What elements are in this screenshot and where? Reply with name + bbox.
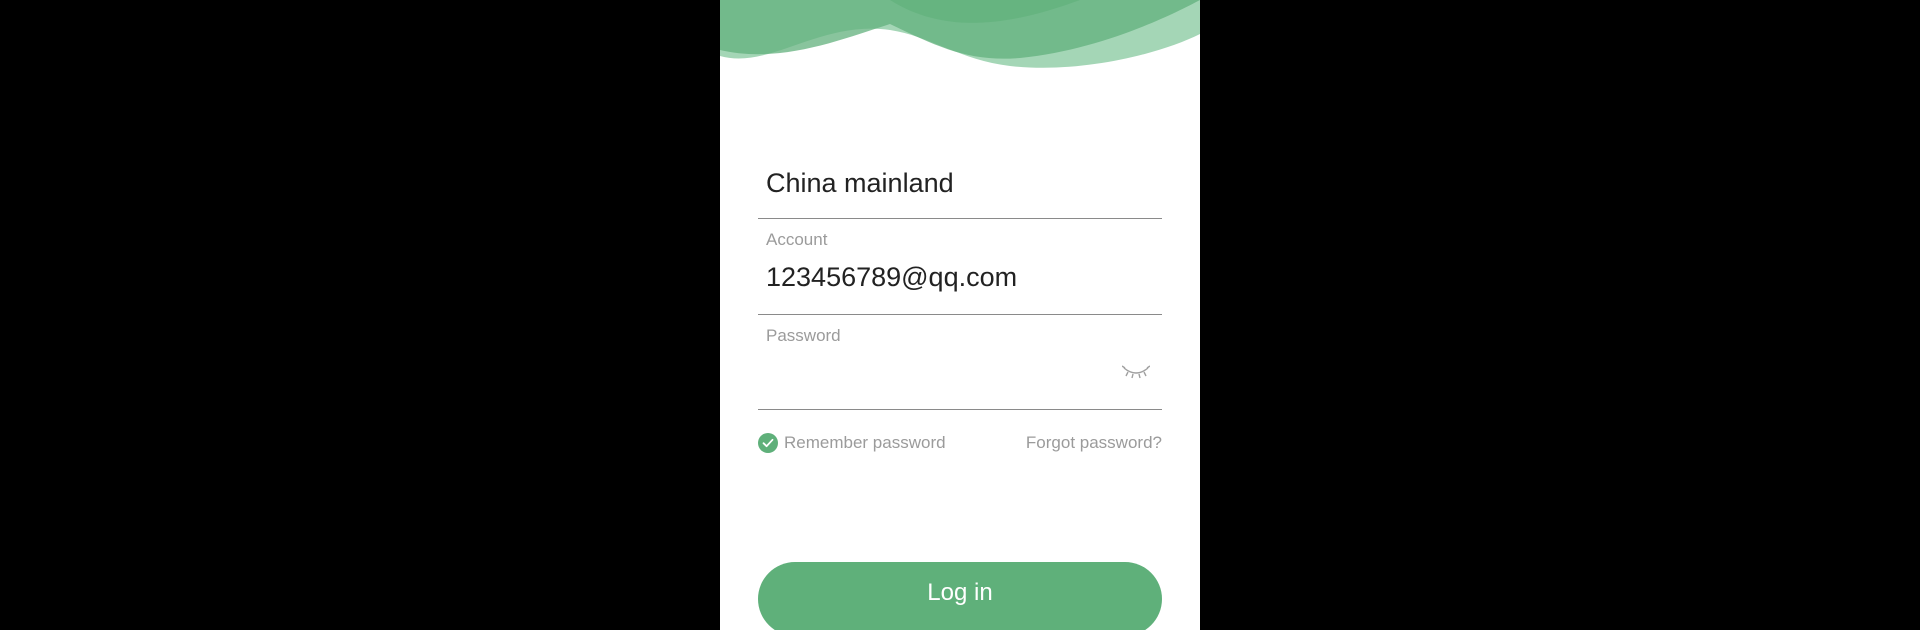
login-button[interactable]: Log in: [758, 562, 1162, 630]
letterbox-background: China mainland Account 123456789@qq.com …: [0, 0, 1920, 630]
region-value: China mainland: [766, 168, 954, 198]
header-wave-decoration: [720, 0, 1200, 68]
password-label: Password: [766, 326, 841, 345]
login-options-row: Remember password Forgot password?: [758, 430, 1162, 456]
remember-password-toggle[interactable]: Remember password: [758, 430, 946, 456]
account-label: Account: [766, 230, 828, 249]
eye-closed-icon[interactable]: [1122, 364, 1150, 380]
region-selector[interactable]: China mainland: [758, 150, 1162, 219]
check-circle-icon[interactable]: [758, 433, 778, 453]
forgot-password-link[interactable]: Forgot password?: [1026, 433, 1162, 453]
login-screen: China mainland Account 123456789@qq.com …: [720, 0, 1200, 630]
account-input[interactable]: 123456789@qq.com: [766, 262, 1017, 293]
remember-password-label: Remember password: [784, 433, 946, 452]
password-field[interactable]: Password: [758, 322, 1162, 410]
account-field[interactable]: Account 123456789@qq.com: [758, 226, 1162, 315]
